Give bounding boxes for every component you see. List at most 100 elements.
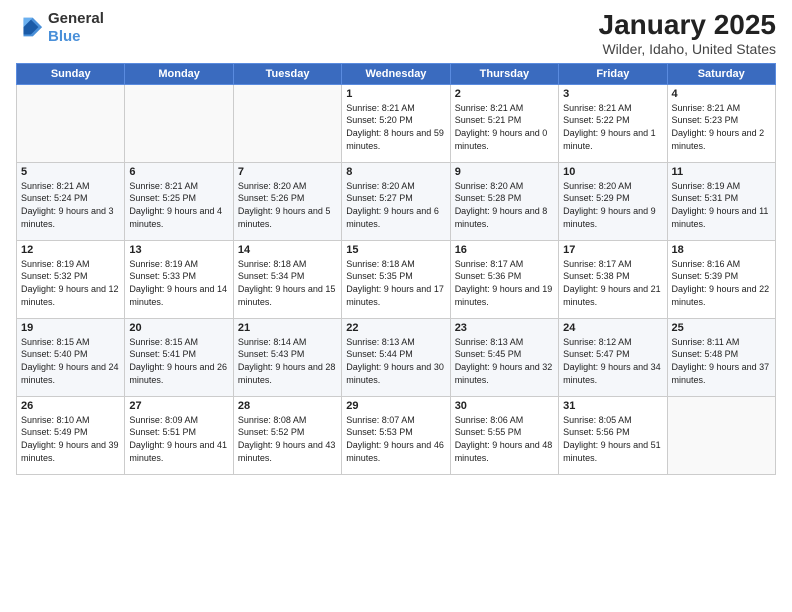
calendar-cell: 23 Sunrise: 8:13 AM Sunset: 5:45 PM Dayli…: [450, 318, 558, 396]
calendar-cell: [667, 396, 775, 474]
weekday-header-friday: Friday: [559, 63, 667, 84]
week-row-4: 19 Sunrise: 8:15 AM Sunset: 5:40 PM Dayli…: [17, 318, 776, 396]
calendar-cell: 8 Sunrise: 8:20 AM Sunset: 5:27 PM Daylig…: [342, 162, 450, 240]
weekday-header-saturday: Saturday: [667, 63, 775, 84]
day-number: 24: [563, 322, 662, 334]
calendar-cell: 22 Sunrise: 8:13 AM Sunset: 5:44 PM Dayli…: [342, 318, 450, 396]
calendar-cell: 21Sunrise: 8:14 AM Sunset: 5:43 PM Dayli…: [233, 318, 341, 396]
calendar-cell: 20 Sunrise: 8:15 AM Sunset: 5:41 PM Dayli…: [125, 318, 233, 396]
calendar-cell: 5 Sunrise: 8:21 AM Sunset: 5:24 PM Daylig…: [17, 162, 125, 240]
logo-blue: Blue: [48, 28, 104, 46]
day-info: Sunrise: 8:08 AM Sunset: 5:52 PM Dayligh…: [238, 414, 337, 464]
calendar-cell: 16 Sunrise: 8:17 AM Sunset: 5:36 PM Dayli…: [450, 240, 558, 318]
day-number: 13: [129, 244, 228, 256]
day-info: Sunrise: 8:17 AM Sunset: 5:36 PM Dayligh…: [455, 258, 554, 308]
calendar-cell: 6 Sunrise: 8:21 AM Sunset: 5:25 PM Daylig…: [125, 162, 233, 240]
calendar-cell: 13 Sunrise: 8:19 AM Sunset: 5:33 PM Dayli…: [125, 240, 233, 318]
day-info: Sunrise: 8:13 AM Sunset: 5:44 PM Dayligh…: [346, 336, 445, 386]
day-number: 2: [455, 88, 554, 100]
day-number: 17: [563, 244, 662, 256]
day-number: 1: [346, 88, 445, 100]
day-info: Sunrise: 8:21 AM Sunset: 5:20 PM Dayligh…: [346, 102, 445, 152]
day-number: 3: [563, 88, 662, 100]
day-info: Sunrise: 8:07 AM Sunset: 5:53 PM Dayligh…: [346, 414, 445, 464]
day-number: 11: [672, 166, 771, 178]
day-number: 6: [129, 166, 228, 178]
calendar-cell: 12Sunrise: 8:19 AM Sunset: 5:32 PM Dayli…: [17, 240, 125, 318]
day-info: Sunrise: 8:10 AM Sunset: 5:49 PM Dayligh…: [21, 414, 120, 464]
day-info: Sunrise: 8:11 AM Sunset: 5:48 PM Dayligh…: [672, 336, 771, 386]
month-title: January 2025: [599, 10, 776, 41]
day-info: Sunrise: 8:19 AM Sunset: 5:31 PM Dayligh…: [672, 180, 771, 230]
day-number: 26: [21, 400, 120, 412]
day-number: 9: [455, 166, 554, 178]
day-info: Sunrise: 8:06 AM Sunset: 5:55 PM Dayligh…: [455, 414, 554, 464]
weekday-header-wednesday: Wednesday: [342, 63, 450, 84]
weekday-header-row: SundayMondayTuesdayWednesdayThursdayFrid…: [17, 63, 776, 84]
calendar-cell: 4Sunrise: 8:21 AM Sunset: 5:23 PM Daylig…: [667, 84, 775, 162]
calendar-cell: [17, 84, 125, 162]
calendar-cell: 28 Sunrise: 8:08 AM Sunset: 5:52 PM Dayli…: [233, 396, 341, 474]
logo-text: General Blue: [48, 10, 104, 46]
calendar-cell: 15Sunrise: 8:18 AM Sunset: 5:35 PM Dayli…: [342, 240, 450, 318]
day-number: 16: [455, 244, 554, 256]
day-info: Sunrise: 8:15 AM Sunset: 5:40 PM Dayligh…: [21, 336, 120, 386]
logo-general: General: [48, 10, 104, 28]
calendar-cell: 30Sunrise: 8:06 AM Sunset: 5:55 PM Dayli…: [450, 396, 558, 474]
calendar-cell: 27 Sunrise: 8:09 AM Sunset: 5:51 PM Dayli…: [125, 396, 233, 474]
day-number: 28: [238, 400, 337, 412]
day-info: Sunrise: 8:21 AM Sunset: 5:25 PM Dayligh…: [129, 180, 228, 230]
day-number: 25: [672, 322, 771, 334]
day-info: Sunrise: 8:15 AM Sunset: 5:41 PM Dayligh…: [129, 336, 228, 386]
day-number: 14: [238, 244, 337, 256]
day-number: 8: [346, 166, 445, 178]
weekday-header-thursday: Thursday: [450, 63, 558, 84]
calendar-cell: 14 Sunrise: 8:18 AM Sunset: 5:34 PM Dayli…: [233, 240, 341, 318]
calendar-cell: 10 Sunrise: 8:20 AM Sunset: 5:29 PM Dayli…: [559, 162, 667, 240]
day-info: Sunrise: 8:19 AM Sunset: 5:32 PM Dayligh…: [21, 258, 120, 308]
day-info: Sunrise: 8:16 AM Sunset: 5:39 PM Dayligh…: [672, 258, 771, 308]
day-number: 23: [455, 322, 554, 334]
calendar-table: SundayMondayTuesdayWednesdayThursdayFrid…: [16, 63, 776, 475]
day-info: Sunrise: 8:13 AM Sunset: 5:45 PM Dayligh…: [455, 336, 554, 386]
day-info: Sunrise: 8:09 AM Sunset: 5:51 PM Dayligh…: [129, 414, 228, 464]
day-info: Sunrise: 8:05 AM Sunset: 5:56 PM Dayligh…: [563, 414, 662, 464]
calendar-cell: 19 Sunrise: 8:15 AM Sunset: 5:40 PM Dayli…: [17, 318, 125, 396]
day-number: 22: [346, 322, 445, 334]
day-number: 7: [238, 166, 337, 178]
calendar-cell: 3 Sunrise: 8:21 AM Sunset: 5:22 PM Daylig…: [559, 84, 667, 162]
calendar-cell: 29Sunrise: 8:07 AM Sunset: 5:53 PM Dayli…: [342, 396, 450, 474]
calendar-cell: 1 Sunrise: 8:21 AM Sunset: 5:20 PM Daylig…: [342, 84, 450, 162]
day-number: 4: [672, 88, 771, 100]
day-number: 18: [672, 244, 771, 256]
day-number: 10: [563, 166, 662, 178]
day-info: Sunrise: 8:21 AM Sunset: 5:24 PM Dayligh…: [21, 180, 120, 230]
weekday-header-sunday: Sunday: [17, 63, 125, 84]
day-number: 19: [21, 322, 120, 334]
day-info: Sunrise: 8:18 AM Sunset: 5:35 PM Dayligh…: [346, 258, 445, 308]
week-row-1: 1 Sunrise: 8:21 AM Sunset: 5:20 PM Daylig…: [17, 84, 776, 162]
day-info: Sunrise: 8:21 AM Sunset: 5:21 PM Dayligh…: [455, 102, 554, 152]
week-row-5: 26 Sunrise: 8:10 AM Sunset: 5:49 PM Dayli…: [17, 396, 776, 474]
calendar-cell: 25 Sunrise: 8:11 AM Sunset: 5:48 PM Dayli…: [667, 318, 775, 396]
calendar-cell: 11 Sunrise: 8:19 AM Sunset: 5:31 PM Dayli…: [667, 162, 775, 240]
day-number: 5: [21, 166, 120, 178]
day-info: Sunrise: 8:20 AM Sunset: 5:27 PM Dayligh…: [346, 180, 445, 230]
logo: General Blue: [16, 10, 104, 46]
day-info: Sunrise: 8:20 AM Sunset: 5:29 PM Dayligh…: [563, 180, 662, 230]
calendar-cell: [125, 84, 233, 162]
day-info: Sunrise: 8:20 AM Sunset: 5:26 PM Dayligh…: [238, 180, 337, 230]
day-info: Sunrise: 8:18 AM Sunset: 5:34 PM Dayligh…: [238, 258, 337, 308]
day-number: 20: [129, 322, 228, 334]
day-info: Sunrise: 8:19 AM Sunset: 5:33 PM Dayligh…: [129, 258, 228, 308]
day-info: Sunrise: 8:21 AM Sunset: 5:22 PM Dayligh…: [563, 102, 662, 152]
day-info: Sunrise: 8:12 AM Sunset: 5:47 PM Dayligh…: [563, 336, 662, 386]
calendar-cell: 31Sunrise: 8:05 AM Sunset: 5:56 PM Dayli…: [559, 396, 667, 474]
day-info: Sunrise: 8:20 AM Sunset: 5:28 PM Dayligh…: [455, 180, 554, 230]
calendar-cell: 2 Sunrise: 8:21 AM Sunset: 5:21 PM Daylig…: [450, 84, 558, 162]
calendar-cell: 17Sunrise: 8:17 AM Sunset: 5:38 PM Dayli…: [559, 240, 667, 318]
day-number: 27: [129, 400, 228, 412]
week-row-3: 12Sunrise: 8:19 AM Sunset: 5:32 PM Dayli…: [17, 240, 776, 318]
calendar-cell: 9 Sunrise: 8:20 AM Sunset: 5:28 PM Daylig…: [450, 162, 558, 240]
calendar-cell: 24 Sunrise: 8:12 AM Sunset: 5:47 PM Dayli…: [559, 318, 667, 396]
